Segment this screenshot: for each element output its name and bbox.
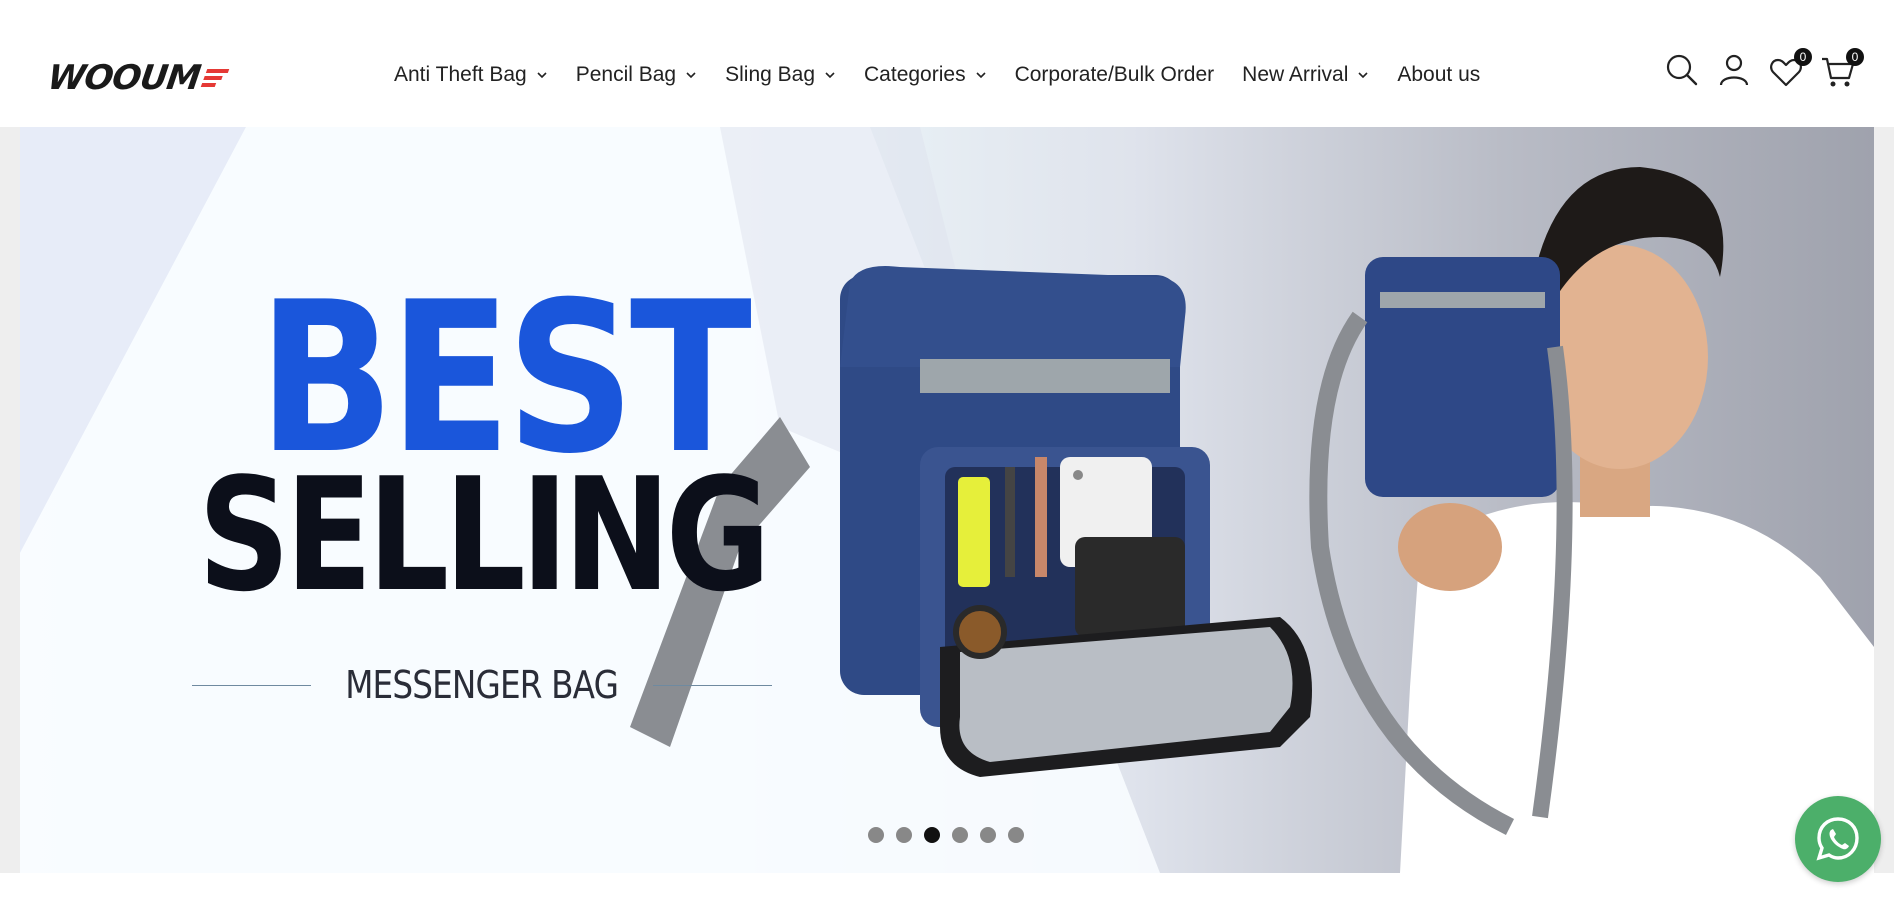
nav-corporate-bulk-order[interactable]: Corporate/Bulk Order <box>1015 63 1215 87</box>
wishlist-button[interactable]: 0 <box>1768 48 1812 90</box>
nav-label: Sling Bag <box>725 63 816 86</box>
subtitle-row: MESSENGER BAG <box>192 660 773 710</box>
nav-label: New Arrival <box>1242 63 1349 86</box>
chevron-down-icon <box>686 72 696 79</box>
whatsapp-icon <box>1816 817 1859 861</box>
nav-sling-bag[interactable]: Sling Bag <box>725 63 836 87</box>
logo-stripes <box>200 69 230 87</box>
divider <box>192 684 312 686</box>
chevron-down-icon <box>537 72 547 79</box>
nav-label: Categories <box>864 63 966 86</box>
slider-dot-2[interactable] <box>896 827 912 843</box>
search-button[interactable] <box>1664 52 1700 88</box>
whatsapp-chat-button[interactable] <box>1795 796 1881 882</box>
chevron-down-icon <box>976 72 986 79</box>
nav-anti-theft-bag[interactable]: Anti Theft Bag <box>394 63 548 87</box>
chevron-down-icon <box>1358 72 1368 79</box>
site-header: WOOUM Anti Theft Bag Pencil Bag Sling Ba… <box>0 0 1894 128</box>
nav-label: Anti Theft Bag <box>394 63 527 86</box>
chevron-down-icon <box>825 72 835 79</box>
account-button[interactable] <box>1716 52 1752 88</box>
headline-selling: SELLING <box>198 444 771 626</box>
nav-label: Corporate/Bulk Order <box>1014 63 1215 86</box>
divider <box>652 684 773 686</box>
hero-gutter-left <box>0 127 20 873</box>
cart-count-badge: 0 <box>1846 48 1864 66</box>
slider-dots <box>868 827 1024 843</box>
nav-pencil-bag[interactable]: Pencil Bag <box>576 63 697 87</box>
slider-dot-6[interactable] <box>1008 827 1024 843</box>
hero-banner[interactable]: BEST SELLING MESSENGER BAG <box>20 127 1874 873</box>
model-photo <box>1309 167 1874 873</box>
hero-gutter-right <box>1874 127 1894 873</box>
site-logo[interactable]: WOOUM <box>45 58 230 98</box>
slider-dot-4[interactable] <box>952 827 968 843</box>
main-nav: Anti Theft Bag Pencil Bag Sling Bag Cate… <box>394 58 1480 92</box>
user-icon <box>1719 54 1749 86</box>
slider-dot-1[interactable] <box>868 827 884 843</box>
search-icon <box>1666 54 1698 86</box>
hero-subtitle: MESSENGER BAG <box>345 663 620 707</box>
cart-button[interactable]: 0 <box>1820 48 1864 90</box>
slider-dot-3[interactable] <box>924 827 940 843</box>
nav-new-arrival[interactable]: New Arrival <box>1242 63 1369 87</box>
slider-dot-5[interactable] <box>980 827 996 843</box>
nav-label: Pencil Bag <box>575 63 677 86</box>
header-icons: 0 0 <box>1664 48 1894 92</box>
wishlist-count-badge: 0 <box>1794 48 1812 66</box>
nav-about-us[interactable]: About us <box>1397 63 1480 87</box>
logo-text: WOOUM <box>45 58 203 98</box>
nav-label: About us <box>1397 63 1481 86</box>
nav-categories[interactable]: Categories <box>864 63 987 87</box>
